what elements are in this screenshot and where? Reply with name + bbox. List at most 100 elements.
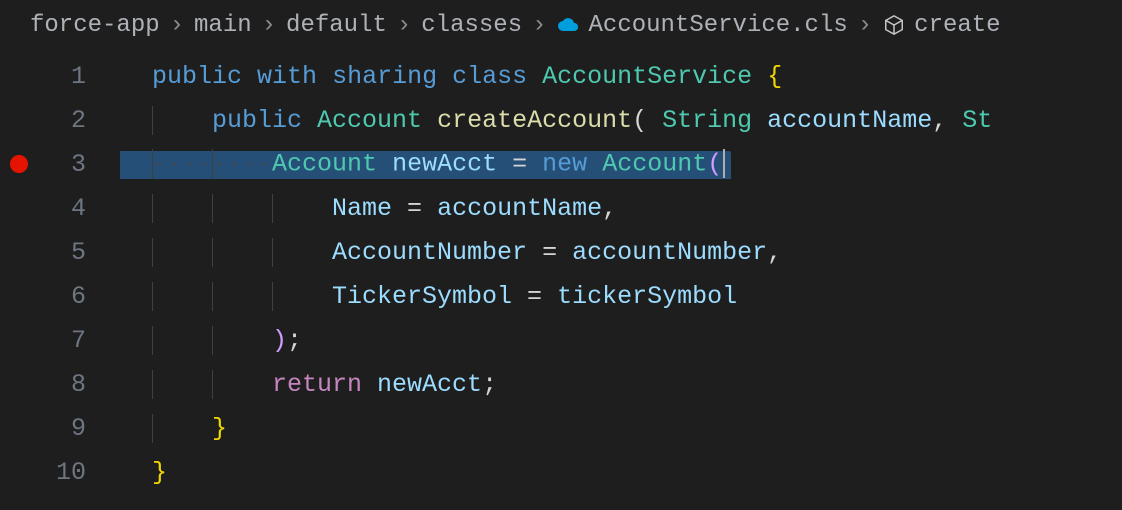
- token: [242, 62, 257, 91]
- token: =: [527, 282, 542, 311]
- token: AccountService: [542, 62, 752, 91]
- token: [527, 150, 542, 179]
- code-content[interactable]: public Account createAccount( String acc…: [120, 106, 1122, 135]
- crumb-symbol[interactable]: create: [882, 12, 1000, 39]
- token: [557, 238, 572, 267]
- crumb-0[interactable]: force-app: [30, 12, 160, 39]
- code-line[interactable]: 4 Name = accountName,: [0, 186, 1122, 230]
- code-line[interactable]: 6TickerSymbol = tickerSymbol: [0, 274, 1122, 318]
- token: =: [542, 238, 557, 267]
- token: String: [662, 106, 752, 135]
- token: class: [452, 62, 527, 91]
- token: public: [212, 106, 302, 135]
- token: ,: [602, 194, 617, 223]
- token: [527, 238, 542, 267]
- token: St: [962, 106, 992, 135]
- token: [437, 62, 452, 91]
- gutter[interactable]: 8: [0, 370, 120, 399]
- token: {: [767, 62, 782, 91]
- gutter[interactable]: 7: [0, 326, 120, 355]
- code-line[interactable]: 5 AccountNumber = accountNumber,: [0, 230, 1122, 274]
- breakpoint-icon[interactable]: [10, 155, 28, 173]
- crumb-file-label: AccountService.cls: [589, 12, 848, 39]
- token: public: [152, 62, 242, 91]
- code-line[interactable]: 1 public with sharing class AccountServic…: [0, 54, 1122, 98]
- breadcrumb-sep-icon: ›: [170, 12, 184, 39]
- token: }: [152, 458, 167, 487]
- crumb-file[interactable]: AccountService.cls: [557, 12, 848, 39]
- code-line[interactable]: 7);: [0, 318, 1122, 362]
- breadcrumb-sep-icon: ›: [858, 12, 872, 39]
- token: newAcct: [392, 150, 497, 179]
- gutter[interactable]: 1: [0, 62, 120, 91]
- crumb-2[interactable]: default: [286, 12, 387, 39]
- token: Account: [602, 150, 707, 179]
- token: (: [707, 150, 722, 179]
- token: =: [407, 194, 422, 223]
- line-number: 10: [50, 458, 86, 487]
- crumb-3[interactable]: classes: [421, 12, 522, 39]
- gutter[interactable]: 6: [0, 282, 120, 311]
- whitespace-dots: ········: [152, 150, 272, 179]
- code-line[interactable]: 3········Account newAcct = new Account(: [0, 142, 1122, 186]
- gutter[interactable]: 10: [0, 458, 120, 487]
- code-content[interactable]: TickerSymbol = tickerSymbol: [120, 282, 1122, 311]
- token: [752, 106, 767, 135]
- code-content[interactable]: }: [120, 414, 1122, 443]
- token: (: [632, 106, 662, 135]
- token: Name: [332, 194, 392, 223]
- gutter[interactable]: 4: [0, 194, 120, 223]
- code-line[interactable]: 2public Account createAccount( String ac…: [0, 98, 1122, 142]
- code-line[interactable]: 9}: [0, 406, 1122, 450]
- line-number: 4: [50, 194, 86, 223]
- token: accountName: [767, 106, 932, 135]
- gutter[interactable]: 9: [0, 414, 120, 443]
- token: new: [542, 150, 587, 179]
- code-content[interactable]: );: [120, 326, 1122, 355]
- line-number: 2: [50, 106, 86, 135]
- breadcrumb-sep-icon: ›: [397, 12, 411, 39]
- breadcrumb-sep-icon: ›: [262, 12, 276, 39]
- token: [497, 150, 512, 179]
- token: [317, 62, 332, 91]
- code-content[interactable]: Name = accountName,: [120, 194, 1122, 223]
- cube-icon: [882, 13, 906, 37]
- token: with: [257, 62, 317, 91]
- code-content[interactable]: }: [120, 458, 1122, 487]
- text-cursor: [723, 149, 725, 178]
- code-content[interactable]: ········Account newAcct = new Account(: [120, 149, 1122, 179]
- line-number: 9: [50, 414, 86, 443]
- token: Account: [317, 106, 422, 135]
- token: AccountNumber: [332, 238, 527, 267]
- line-number: 5: [50, 238, 86, 267]
- breadcrumb-sep-icon: ›: [532, 12, 546, 39]
- token: =: [512, 150, 527, 179]
- token: ,: [932, 106, 962, 135]
- line-number: 7: [50, 326, 86, 355]
- code-content[interactable]: return newAcct;: [120, 370, 1122, 399]
- token: newAcct: [377, 370, 482, 399]
- line-number: 3: [50, 150, 86, 179]
- gutter[interactable]: 5: [0, 238, 120, 267]
- line-number: 1: [50, 62, 86, 91]
- crumb-symbol-label: create: [914, 12, 1000, 39]
- code-line[interactable]: 10}: [0, 450, 1122, 494]
- token: tickerSymbol: [557, 282, 737, 311]
- crumb-1[interactable]: main: [194, 12, 252, 39]
- token: accountNumber: [572, 238, 767, 267]
- token: ;: [482, 370, 497, 399]
- token: ;: [287, 326, 302, 355]
- cloud-icon: [557, 13, 581, 37]
- token: ): [272, 326, 287, 355]
- code-line[interactable]: 8return newAcct;: [0, 362, 1122, 406]
- gutter[interactable]: 2: [0, 106, 120, 135]
- token: accountName: [437, 194, 602, 223]
- token: [377, 150, 392, 179]
- code-content[interactable]: public with sharing class AccountService…: [120, 62, 1122, 91]
- token: [422, 194, 437, 223]
- token: Account: [272, 150, 377, 179]
- gutter[interactable]: 3: [0, 150, 120, 179]
- code-content[interactable]: AccountNumber = accountNumber,: [120, 238, 1122, 267]
- code-editor[interactable]: 1 public with sharing class AccountServic…: [0, 50, 1122, 494]
- breadcrumb[interactable]: force-app › main › default › classes › A…: [0, 0, 1122, 50]
